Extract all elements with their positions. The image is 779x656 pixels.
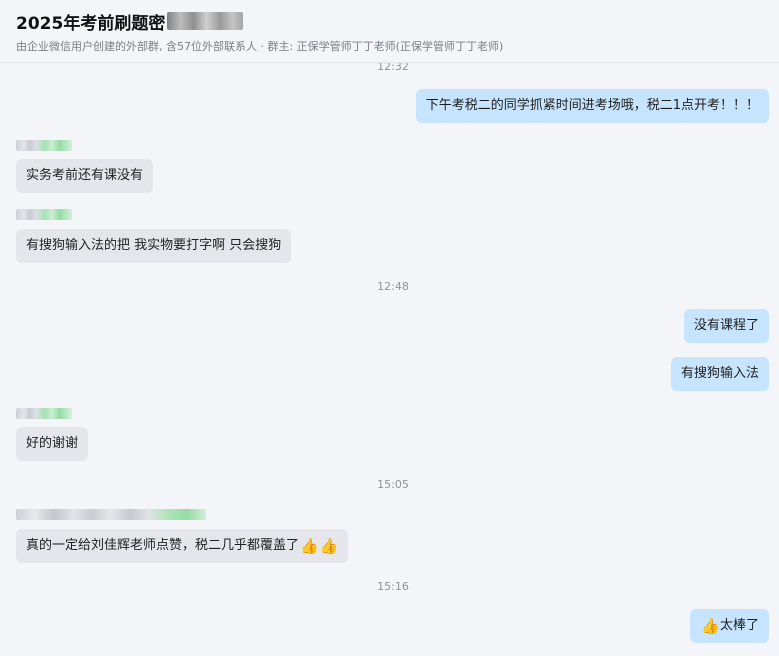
title-redacted-blur	[167, 12, 244, 30]
timestamp: 15:05	[377, 478, 409, 491]
sender-name	[16, 140, 72, 151]
sender-name	[16, 509, 206, 520]
message-list[interactable]: 12:32 下午考税二的同学抓紧时间进考场哦，税二1点开考！！！ 实务考前还有课…	[0, 0, 779, 656]
title-row: 2025年考前刷题密	[16, 9, 244, 34]
message-text: 真的一定给刘佳辉老师点赞，税二几乎都覆盖了	[26, 538, 300, 553]
message-bubble-outgoing[interactable]: 没有课程了	[683, 309, 769, 343]
message-bubble-outgoing[interactable]: 👍太棒了	[690, 609, 769, 643]
message-bubble-incoming[interactable]: 真的一定给刘佳辉老师点赞，税二几乎都覆盖了👍👍	[16, 529, 349, 563]
chat-header: 2025年考前刷题密 由企业微信用户创建的外部群, 含57位外部联系人 · 群主…	[0, 0, 779, 63]
thumbs-up-icon: 👍	[701, 617, 720, 635]
thumbs-up-icon: 👍	[300, 537, 319, 555]
thumbs-up-icon: 👍	[319, 537, 339, 555]
timestamp: 12:48	[377, 280, 409, 293]
message-bubble-incoming[interactable]: 好的谢谢	[16, 427, 89, 461]
message-text: 太棒了	[719, 618, 759, 633]
sender-name	[16, 209, 72, 220]
sender-name	[16, 408, 72, 419]
chat-window: 12:32 下午考税二的同学抓紧时间进考场哦，税二1点开考！！！ 实务考前还有课…	[0, 0, 779, 656]
group-subtitle: 由企业微信用户创建的外部群, 含57位外部联系人 · 群主: 正保学管师丁丁老师…	[16, 40, 504, 53]
message-bubble-incoming[interactable]: 有搜狗输入法的把 我实物要打字啊 只会搜狗	[16, 229, 292, 263]
message-bubble-outgoing[interactable]: 下午考税二的同学抓紧时间进考场哦，税二1点开考！！！	[415, 89, 769, 123]
message-bubble-incoming[interactable]: 实务考前还有课没有	[16, 159, 154, 193]
message-bubble-outgoing[interactable]: 有搜狗输入法	[670, 357, 769, 391]
group-title[interactable]: 2025年考前刷题密	[16, 9, 165, 34]
timestamp: 15:16	[377, 580, 409, 593]
